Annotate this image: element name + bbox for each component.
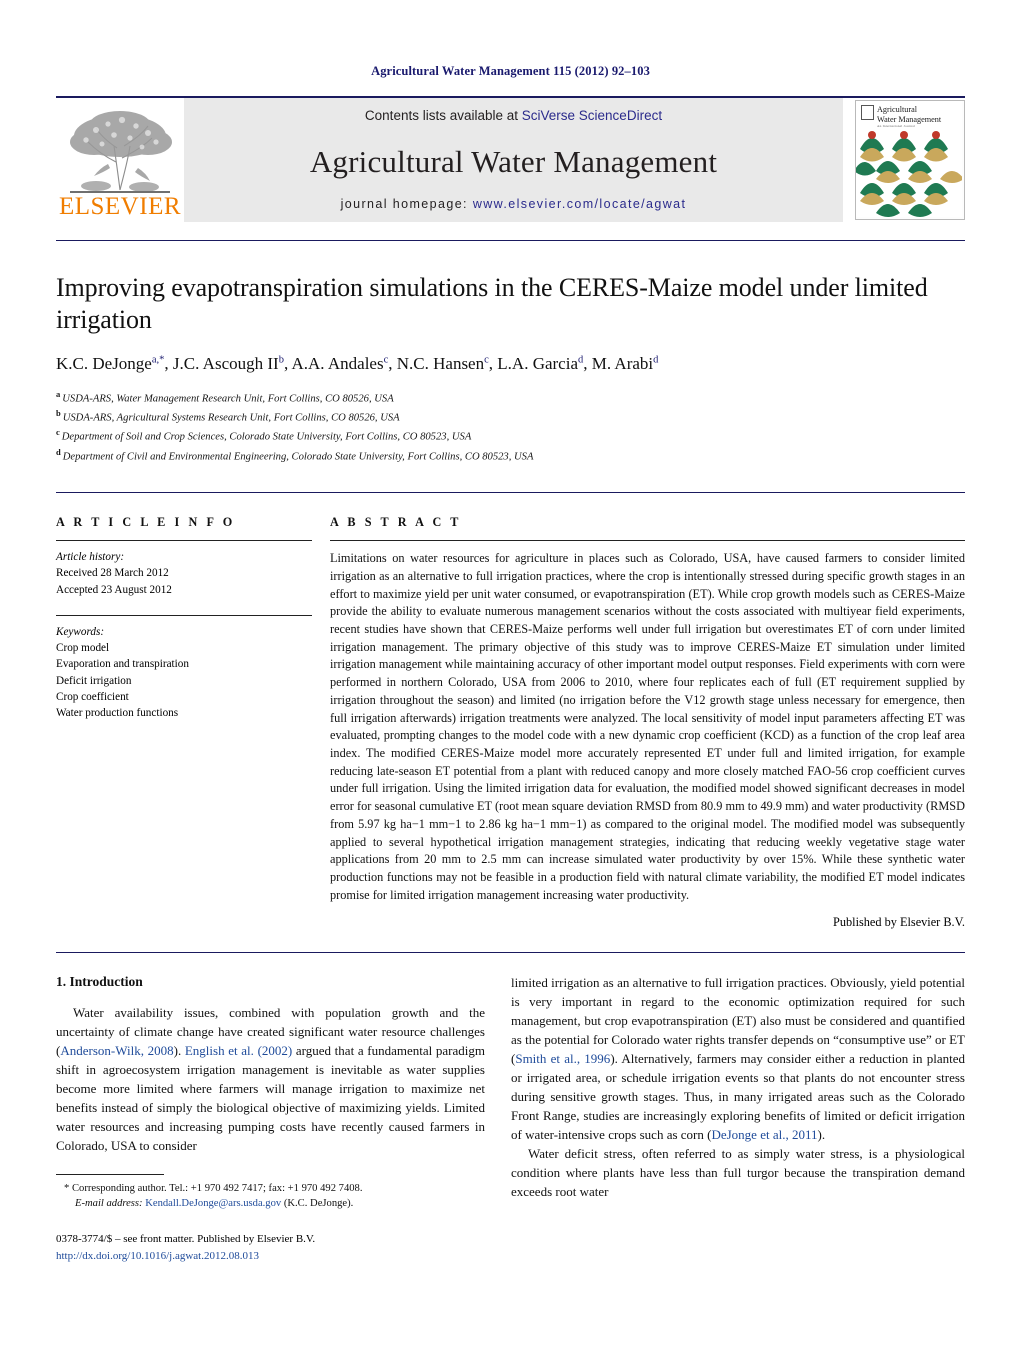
affiliation-item: c Department of Soil and Crop Sciences, C…: [56, 427, 472, 443]
keyword-item: Water production functions: [56, 707, 179, 720]
affiliation-text: Department of Civil and Environmental En…: [62, 451, 534, 463]
body-columns: 1. Introduction Water availability issue…: [56, 974, 965, 1202]
body-column-left: 1. Introduction Water availability issue…: [56, 974, 485, 1202]
intro-paragraph-right-1: limited irrigation as an alternative to …: [511, 975, 965, 1143]
keywords-rule: [56, 614, 312, 616]
cover-subtitle: An International Journal: [877, 124, 915, 129]
email-label: E-mail address:: [75, 1198, 143, 1210]
corresponding-author-note: * Corresponding author. Tel.: +1 970 492…: [56, 1181, 485, 1196]
accepted-date: Accepted 23 August 2012: [56, 583, 172, 596]
sciencedirect-link[interactable]: SciVerse ScienceDirect: [522, 108, 662, 123]
citation-link[interactable]: DeJonge et al., 2011: [711, 1127, 817, 1142]
keyword-item: Crop coefficient: [56, 690, 129, 703]
author-item[interactable]: N.C. Hansenc: [397, 354, 489, 373]
cover-header: Agricultural Water Management An Interna…: [861, 105, 960, 128]
corresponding-author-text: Corresponding author. Tel.: +1 970 492 7…: [71, 1183, 363, 1194]
asterisk-marker: *: [64, 1183, 70, 1194]
affiliation-text: USDA-ARS, Water Management Research Unit…: [62, 393, 394, 405]
published-by: Published by Elsevier B.V.: [833, 915, 965, 930]
author-item[interactable]: K.C. DeJongea,*: [56, 354, 164, 373]
intro-paragraph-left: Water availability issues, combined with…: [56, 1005, 485, 1154]
affiliation-item: d Department of Civil and Environmental E…: [56, 446, 534, 463]
abstract-text: Limitations on water resources for agric…: [330, 551, 965, 902]
article-info-rule: [56, 540, 312, 542]
citation-link[interactable]: Smith et al., 1996: [515, 1051, 610, 1066]
journal-masthead: ELSEVIER Contents lists available at Sci…: [56, 96, 965, 222]
abstract-column: A B S T R A C T Limitations on water res…: [330, 515, 965, 930]
journal-homepage-link[interactable]: www.elsevier.com/locate/agwat: [473, 197, 687, 211]
email-note: E-mail address: Kendall.DeJonge@ars.usda…: [56, 1196, 485, 1211]
section-heading-introduction: 1. Introduction: [56, 974, 143, 990]
article-info-heading: A R T I C L E I N F O: [56, 515, 236, 530]
email-link[interactable]: Kendall.DeJonge@ars.usda.gov: [145, 1198, 281, 1209]
title-bottom-rule: [56, 492, 965, 494]
author-item[interactable]: J.C. Ascough IIb: [173, 354, 284, 373]
citation-link[interactable]: Anderson-Wilk, 2008: [60, 1043, 173, 1058]
author-item[interactable]: A.A. Andalesc: [292, 354, 389, 373]
abstract-heading: A B S T R A C T: [330, 515, 462, 530]
affiliation-text: Department of Soil and Crop Sciences, Co…: [61, 431, 472, 443]
affiliation-item: a USDA-ARS, Water Management Research Uni…: [56, 388, 394, 405]
contents-available-line: Contents lists available at SciVerse Sci…: [365, 108, 662, 123]
keyword-item: Deficit irrigation: [56, 674, 132, 687]
svg-text:ELSEVIER: ELSEVIER: [59, 193, 181, 220]
email-owner: (K.C. DeJonge).: [283, 1198, 354, 1210]
keyword-item: Evaporation and transpiration: [56, 658, 189, 671]
abstract-body: Limitations on water resources for agric…: [330, 550, 965, 904]
article-history-label: Article history:: [56, 551, 125, 564]
received-date: Received 28 March 2012: [56, 567, 169, 580]
page-title: Improving evapotranspiration simulations…: [56, 273, 928, 335]
journal-homepage-line: journal homepage: www.elsevier.com/locat…: [341, 197, 687, 211]
info-abstract-row: A R T I C L E I N F O Article history: R…: [56, 515, 965, 930]
cover-title-line2: Water Management: [877, 114, 942, 124]
doi-link[interactable]: http://dx.doi.org/10.1016/j.agwat.2012.0…: [56, 1248, 485, 1265]
affiliation-item: b USDA-ARS, Agricultural Systems Research…: [56, 407, 400, 424]
elsevier-logo: ELSEVIER: [56, 98, 184, 222]
elsevier-tree-icon: ELSEVIER: [59, 111, 181, 220]
author-item[interactable]: M. Arabid: [592, 354, 659, 373]
article-page: Agricultural Water Management 115 (2012)…: [0, 0, 1021, 1351]
intro-paragraph-right-2: Water deficit stress, often referred to …: [511, 1146, 965, 1199]
footnote-rule: [56, 1174, 164, 1175]
masthead-bottom-rule: [56, 240, 965, 241]
masthead-center: Contents lists available at SciVerse Sci…: [184, 98, 843, 222]
body-column-right: limited irrigation as an alternative to …: [511, 974, 965, 1202]
homepage-prefix: journal homepage:: [340, 197, 473, 211]
journal-cover-thumbnail: Agricultural Water Management An Interna…: [843, 98, 965, 222]
affiliation-list: a USDA-ARS, Water Management Research Uni…: [56, 388, 965, 466]
journal-title: Agricultural Water Management: [309, 143, 718, 179]
contents-prefix: Contents lists available at: [364, 108, 522, 123]
article-info-column: A R T I C L E I N F O Article history: R…: [56, 515, 330, 930]
abstract-bottom-rule: [56, 952, 965, 954]
cover-title-block: Agricultural Water Management An Interna…: [877, 105, 941, 128]
keyword-item: Crop model: [56, 642, 110, 655]
author-list: K.C. DeJongea,*, J.C. Ascough IIb, A.A. …: [56, 354, 659, 374]
author-item[interactable]: L.A. Garciad: [497, 354, 583, 373]
affiliation-text: USDA-ARS, Agricultural Systems Research …: [62, 412, 400, 424]
abstract-rule: [330, 540, 965, 542]
cover-art: Agricultural Water Management An Interna…: [855, 100, 965, 220]
cover-title-line1: Agricultural: [877, 105, 918, 114]
issn-block: 0378-3774/$ – see front matter. Publishe…: [56, 1231, 485, 1264]
issn-line: 0378-3774/$ – see front matter. Publishe…: [56, 1233, 316, 1246]
running-head: Agricultural Water Management 115 (2012)…: [371, 64, 650, 78]
footnote-zone: * Corresponding author. Tel.: +1 970 492…: [56, 1174, 485, 1264]
keywords-label: Keywords:: [56, 625, 105, 638]
cover-publisher-badge: [861, 105, 874, 120]
citation-link[interactable]: English et al. (2002): [185, 1043, 292, 1058]
